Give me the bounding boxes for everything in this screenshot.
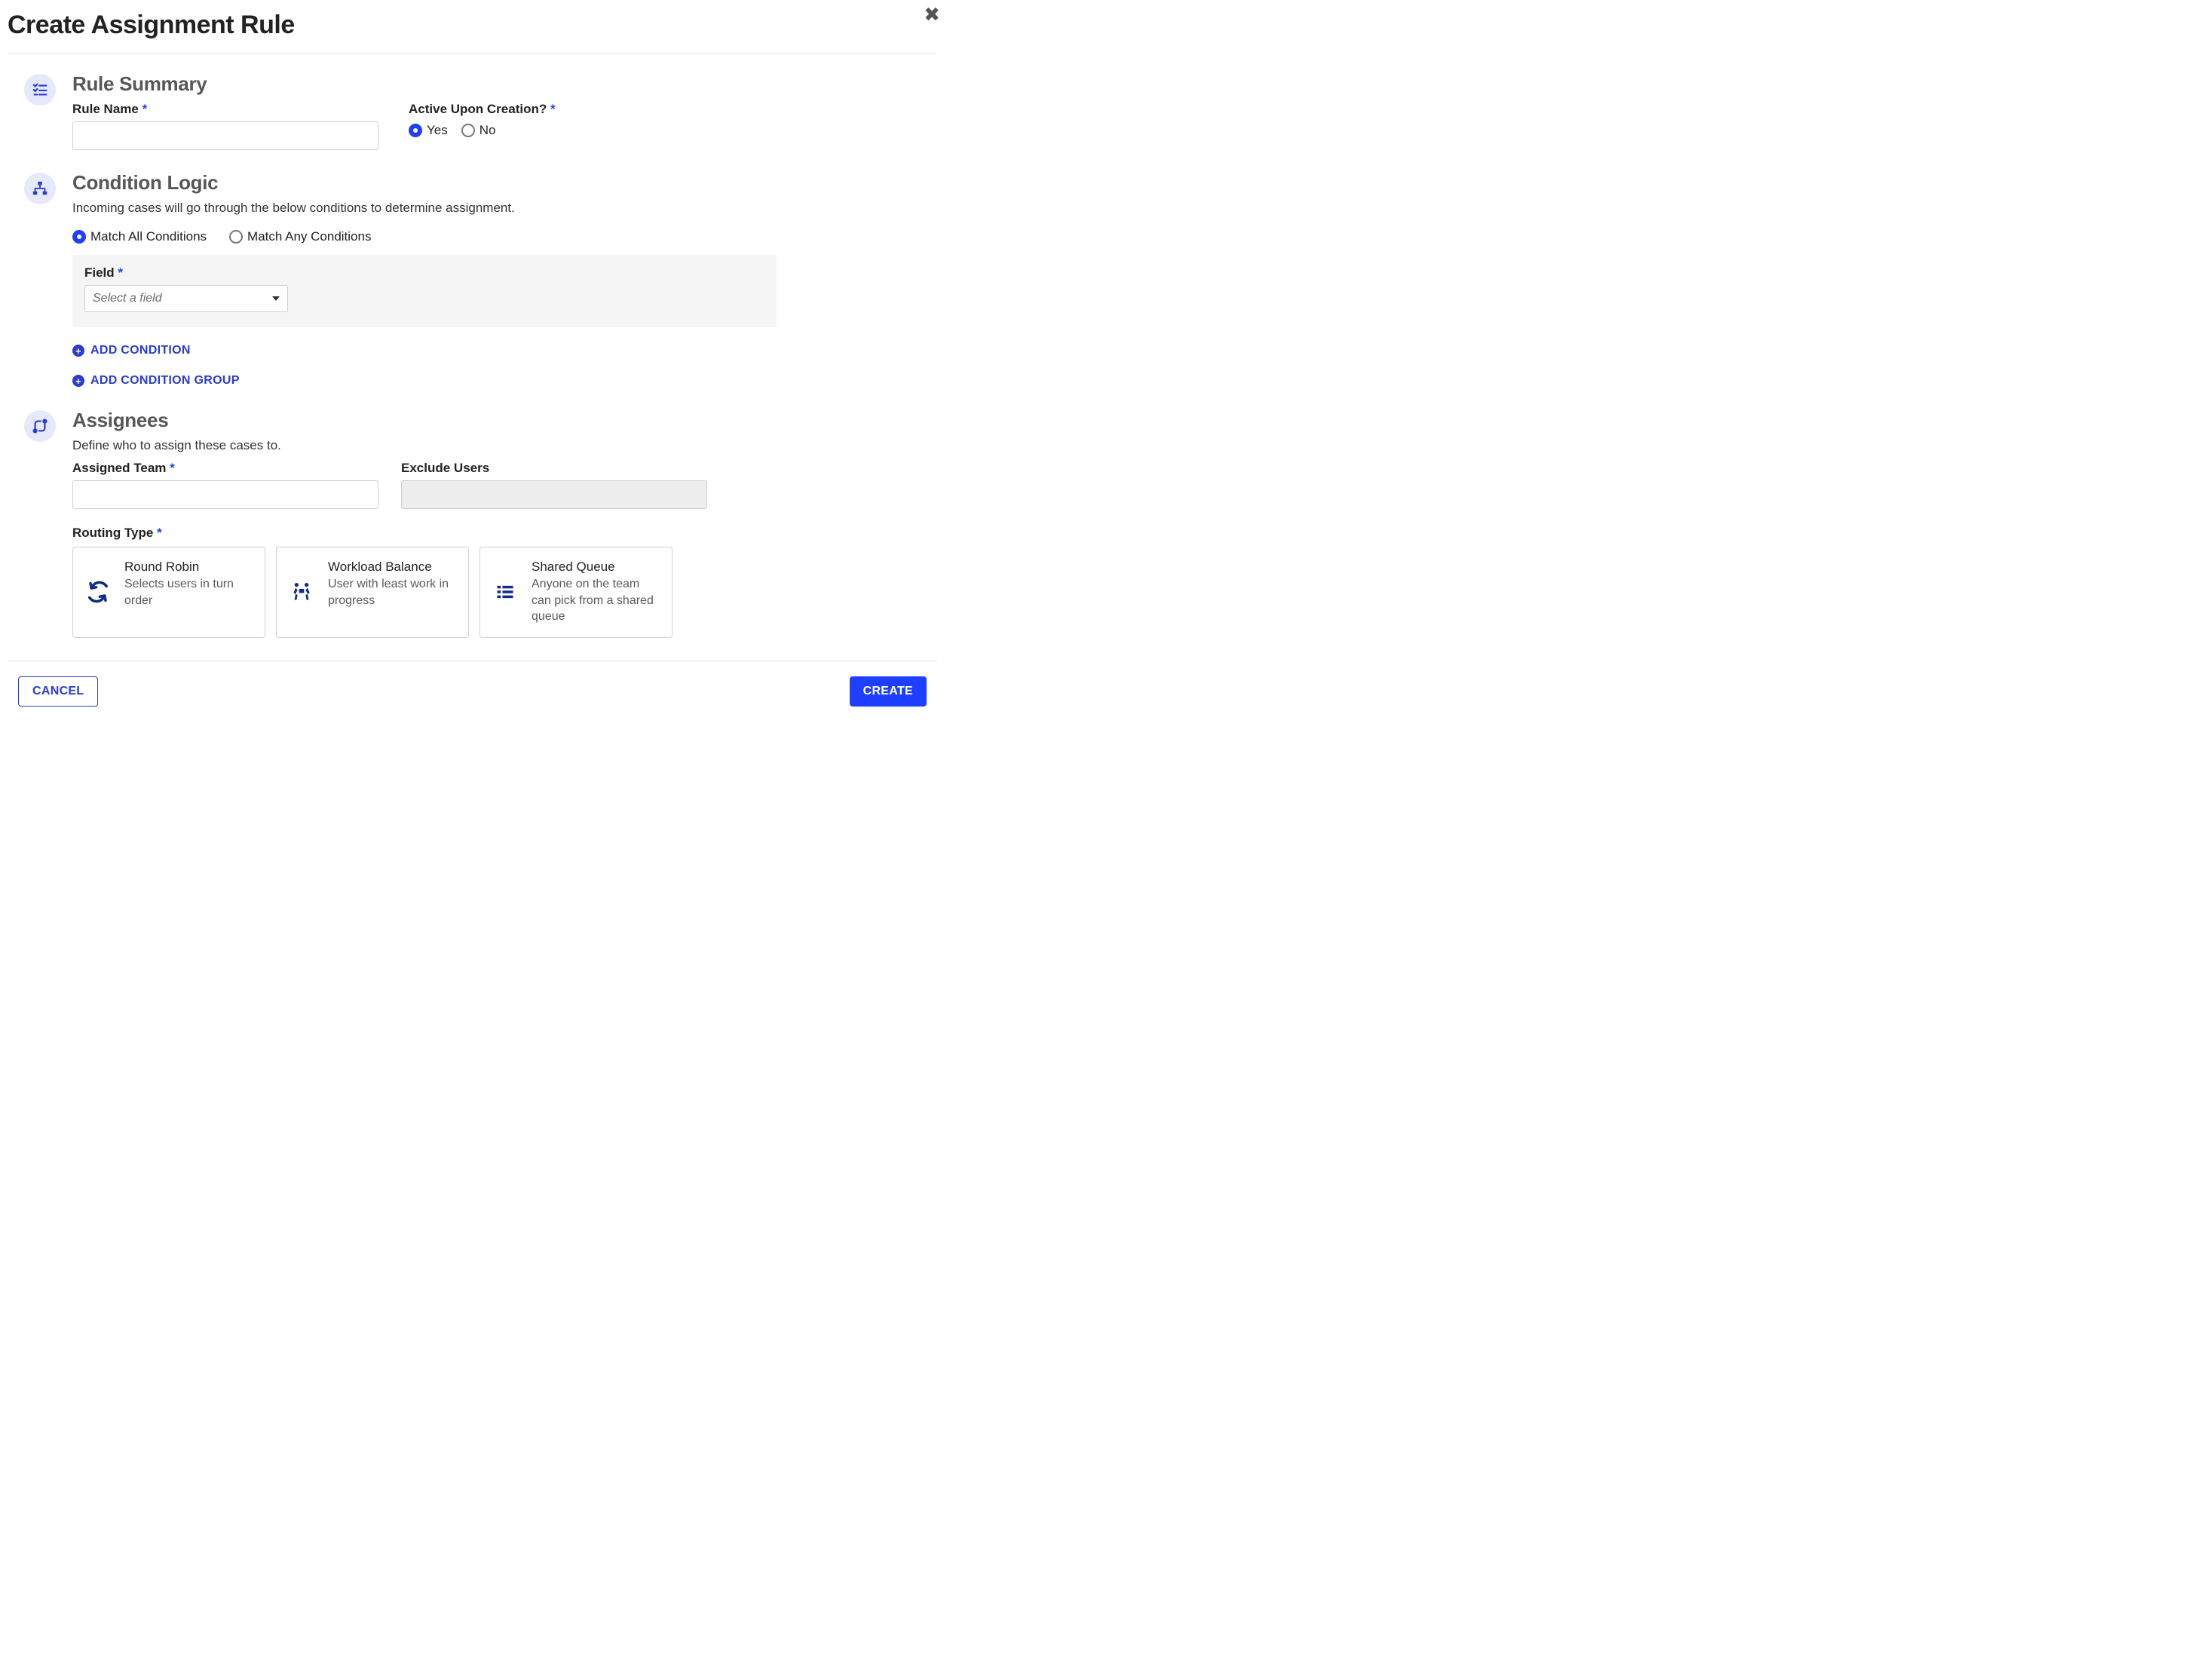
radio-dot-icon [229,230,243,244]
list-check-icon [24,74,56,106]
people-carry-icon [289,559,314,625]
rotate-icon [85,559,111,625]
rule-name-label: Rule Name * [72,102,378,117]
assignees-heading: Assignees [72,409,921,432]
field-select[interactable]: Select a field [84,285,288,312]
page-title: Create Assignment Rule [8,11,937,40]
radio-dot-icon [461,124,475,137]
match-any-radio[interactable]: Match Any Conditions [229,229,371,244]
add-condition-button[interactable]: + Add Condition [72,344,921,357]
routing-option-title: Workload Balance [328,559,456,575]
rule-name-input[interactable] [72,121,378,150]
routing-option-title: Shared Queue [532,559,660,575]
plus-circle-icon: + [72,345,84,357]
routing-type-label: Routing Type * [72,526,921,541]
add-condition-group-button[interactable]: + Add Condition Group [72,374,921,388]
list-icon [492,559,518,625]
active-no-radio[interactable]: No [461,123,496,138]
chevron-down-icon [272,296,280,301]
condition-logic-heading: Condition Logic [72,171,921,195]
assigned-team-input[interactable] [72,480,378,509]
routing-option-shared-queue[interactable]: Shared Queue Anyone on the team can pick… [479,547,673,638]
routing-option-round-robin[interactable]: Round Robin Selects users in turn order [72,547,265,638]
assigned-team-label: Assigned Team * [72,461,378,476]
routing-option-desc: Selects users in turn order [124,576,253,609]
create-button[interactable]: Create [850,676,927,707]
radio-dot-icon [72,230,86,244]
active-yes-radio[interactable]: Yes [409,123,448,138]
exclude-users-input[interactable] [401,480,707,509]
radio-dot-icon [409,124,422,137]
cancel-button[interactable]: Cancel [18,676,98,707]
exclude-users-label: Exclude Users [401,461,707,476]
routing-option-desc: User with least work in progress [328,576,456,609]
routing-option-workload-balance[interactable]: Workload Balance User with least work in… [276,547,469,638]
field-select-placeholder: Select a field [93,292,162,305]
routing-option-desc: Anyone on the team can pick from a share… [532,576,660,625]
close-icon[interactable]: ✖ [924,5,940,24]
routing-option-title: Round Robin [124,559,253,575]
rule-summary-heading: Rule Summary [72,72,921,96]
condition-logic-description: Incoming cases will go through the below… [72,201,921,216]
field-label: Field * [84,265,123,280]
condition-block: Field * Select a field [72,255,777,327]
plus-circle-icon: + [72,375,84,387]
match-all-radio[interactable]: Match All Conditions [72,229,207,244]
route-icon [24,410,56,442]
sitemap-icon [24,173,56,204]
assignees-description: Define who to assign these cases to. [72,438,921,453]
active-label: Active Upon Creation? * [409,102,556,117]
